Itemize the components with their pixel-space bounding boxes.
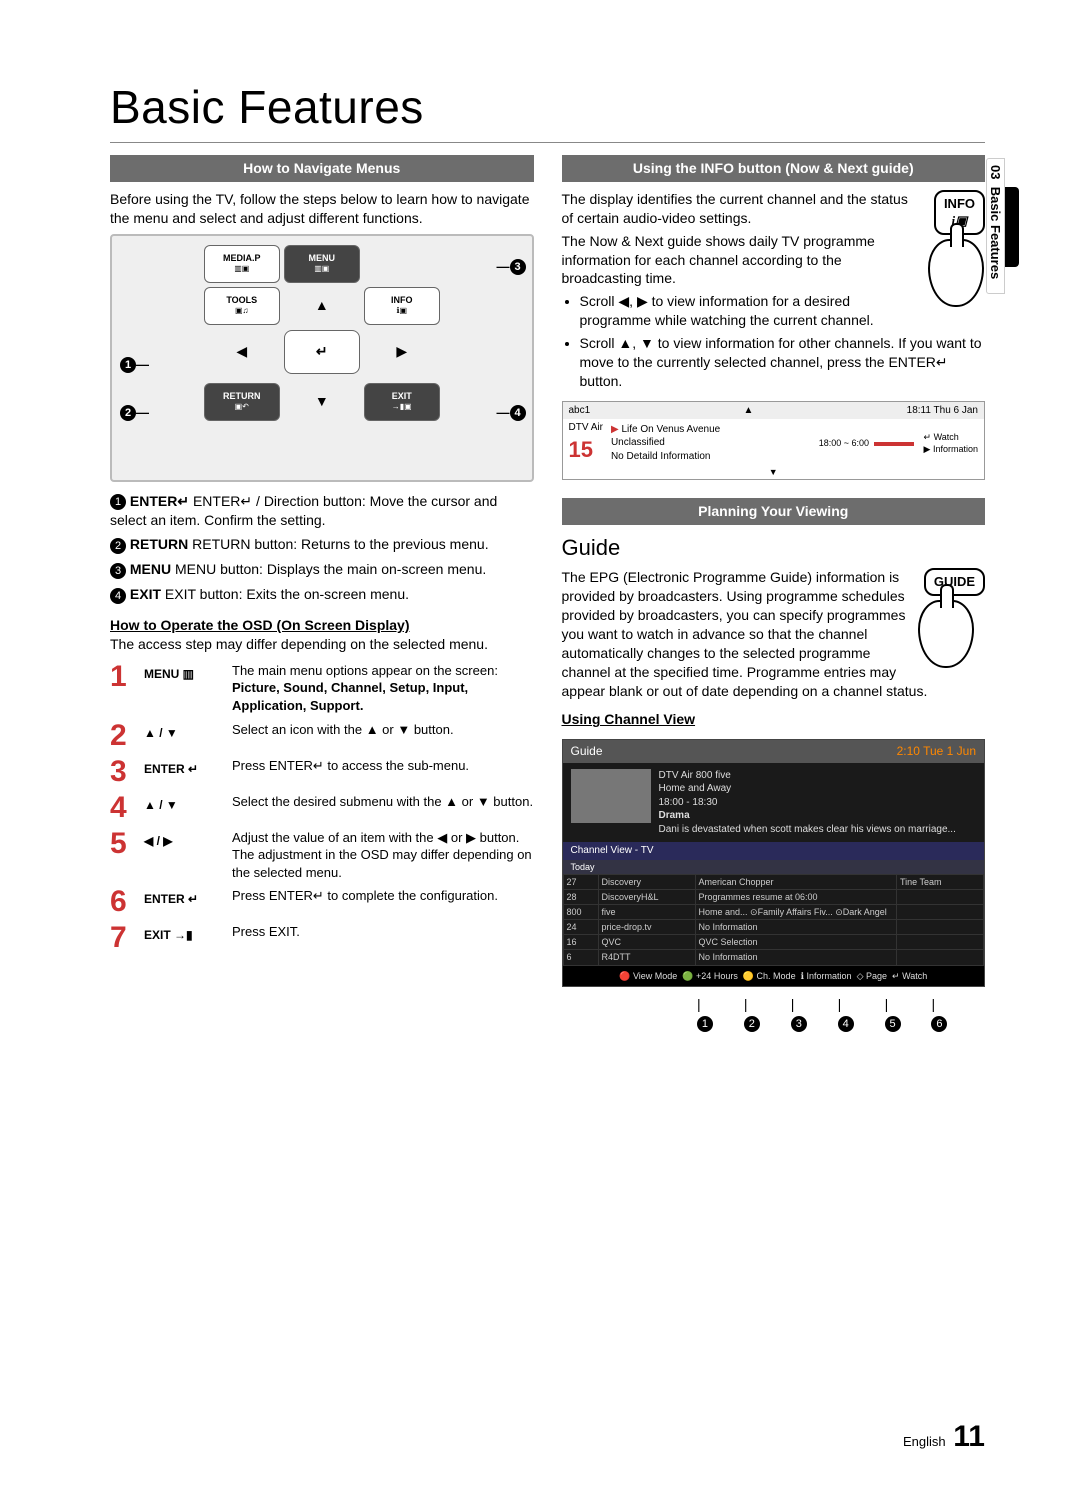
osd-note: The access step may differ depending on … xyxy=(110,635,534,654)
now-next-sample: abc1▲18:11 Thu 6 Jan DTV Air15 ▶ Life On… xyxy=(562,401,986,480)
epg-row: 800fiveHome and... ⊙Family Affairs Fiv..… xyxy=(563,904,984,919)
step-num: 6 xyxy=(110,887,138,917)
step-desc: Press ENTER↵ to complete the configurati… xyxy=(232,887,534,905)
callout-4: —4 xyxy=(497,404,526,422)
remote-mediap-button: MEDIA.P▥▣ xyxy=(204,245,280,283)
step-num: 4 xyxy=(110,793,138,823)
step-label: ENTER ↵ xyxy=(144,761,226,777)
step-label: ◀ / ▶ xyxy=(144,833,226,849)
step-desc: Adjust the value of an item with the ◀ o… xyxy=(232,829,534,882)
remote-return-button: RETURN▣↶ xyxy=(204,383,280,421)
info-p1: The display identifies the current chann… xyxy=(562,190,986,228)
intro-text: Before using the TV, follow the steps be… xyxy=(110,190,534,228)
step-desc: Press ENTER↵ to access the sub-menu. xyxy=(232,757,534,775)
epg-thumbnail xyxy=(571,769,651,823)
button-explain-list: 1 ENTER↵ ENTER↵ / Direction button: Move… xyxy=(110,492,534,604)
epg-row: 6R4DTTNo Information xyxy=(563,950,984,965)
info-bullet: Scroll ▲, ▼ to view information for othe… xyxy=(580,334,986,391)
section-bar-planning: Planning Your Viewing xyxy=(562,498,986,525)
info-button-graphic: INFOi▣ xyxy=(928,190,985,307)
epg-callout: |6 xyxy=(931,995,947,1033)
epg-row: 27DiscoveryAmerican ChopperTine Team xyxy=(563,874,984,889)
epg-footer-item: ↵ Watch xyxy=(892,971,927,981)
remote-diagram: MEDIA.P▥▣ MENU▥▣ TOOLS▣♫ ▲ INFOℹ▣ ◀ ↵ ▶ … xyxy=(110,234,534,482)
step-label: MENU ▥ xyxy=(144,666,226,682)
remote-tools-button: TOOLS▣♫ xyxy=(204,287,280,325)
remote-up-icon: ▲ xyxy=(284,296,360,315)
title-rule xyxy=(110,142,985,143)
remote-down-icon: ▼ xyxy=(284,392,360,411)
epg-row: 24price-drop.tvNo Information xyxy=(563,920,984,935)
epg-footer-item: 🟡 Ch. Mode xyxy=(743,971,796,981)
page-title: Basic Features xyxy=(110,80,985,134)
epg-row: 28DiscoveryH&LProgrammes resume at 06:00 xyxy=(563,889,984,904)
step-num: 5 xyxy=(110,829,138,859)
epg-footer-item: 🔴 View Mode xyxy=(619,971,677,981)
epg-footer-item: ℹ Information xyxy=(801,971,852,981)
remote-enter-button: ↵ xyxy=(284,330,360,374)
epg-callout: |2 xyxy=(744,995,760,1033)
guide-button-label: GUIDE xyxy=(924,568,985,596)
step-label: ▲ / ▼ xyxy=(144,797,226,813)
epg-row: 16QVCQVC Selection xyxy=(563,935,984,950)
step-desc: The main menu options appear on the scre… xyxy=(232,662,534,715)
osd-heading: How to Operate the OSD (On Screen Displa… xyxy=(110,616,534,635)
epg-screenshot: Guide2:10 Tue 1 Jun DTV Air 800 five Hom… xyxy=(562,739,986,986)
epg-footer-item: 🟢 +24 Hours xyxy=(682,971,737,981)
callout-2: 2— xyxy=(120,404,149,422)
step-num: 7 xyxy=(110,923,138,953)
step-label: EXIT →▮ xyxy=(144,927,226,943)
callout-1: 1— xyxy=(120,356,149,374)
guide-button-graphic: GUIDE xyxy=(918,568,985,668)
step-label: ▲ / ▼ xyxy=(144,725,226,741)
epg-callout: |4 xyxy=(838,995,854,1033)
info-bullet: Scroll ◀, ▶ to view information for a de… xyxy=(580,292,986,330)
remote-left-icon: ◀ xyxy=(204,342,280,361)
chapter-tab: 03 Basic Features xyxy=(986,158,1005,294)
step-desc: Select the desired submenu with the ▲ or… xyxy=(232,793,534,811)
epg-callout: |3 xyxy=(791,995,807,1033)
step-label: ENTER ↵ xyxy=(144,891,226,907)
guide-heading: Guide xyxy=(562,533,986,563)
step-num: 3 xyxy=(110,757,138,787)
remote-right-icon: ▶ xyxy=(364,342,440,361)
step-desc: Select an icon with the ▲ or ▼ button. xyxy=(232,721,534,739)
epg-callout: |1 xyxy=(697,995,713,1033)
step-desc: Press EXIT. xyxy=(232,923,534,941)
step-num: 2 xyxy=(110,721,138,751)
remote-menu-button: MENU▥▣ xyxy=(284,245,360,283)
hand-icon xyxy=(928,239,984,307)
section-bar-info: Using the INFO button (Now & Next guide) xyxy=(562,155,986,182)
hand-icon xyxy=(918,600,974,668)
remote-exit-button: EXIT→▮▣ xyxy=(364,383,440,421)
remote-info-button: INFOℹ▣ xyxy=(364,287,440,325)
using-channel-view-heading: Using Channel View xyxy=(562,710,986,729)
callout-3: —3 xyxy=(497,258,526,276)
page-footer: English 11 xyxy=(903,1420,985,1454)
section-bar-navigate: How to Navigate Menus xyxy=(110,155,534,182)
epg-callout: |5 xyxy=(885,995,901,1033)
epg-footer-item: ◇ Page xyxy=(857,971,887,981)
info-p2: The Now & Next guide shows daily TV prog… xyxy=(562,232,986,289)
step-num: 1 xyxy=(110,662,138,692)
